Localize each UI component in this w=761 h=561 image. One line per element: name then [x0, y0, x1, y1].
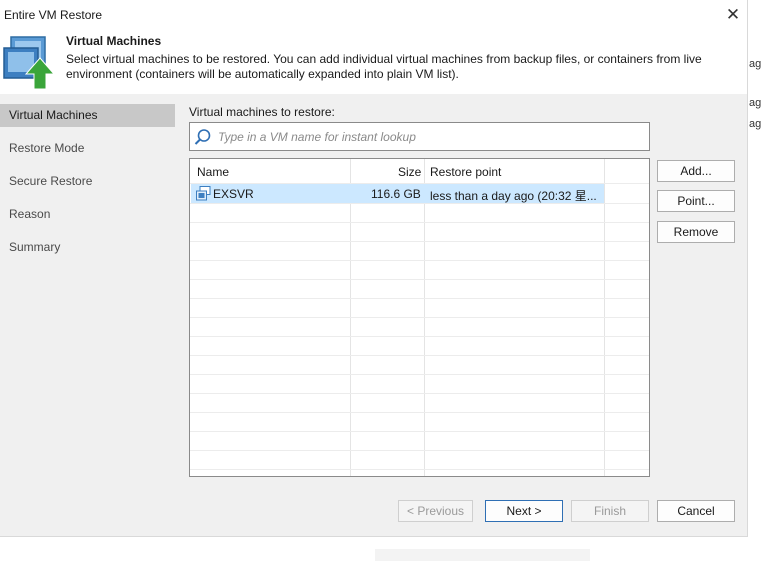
next-button[interactable]: Next > — [485, 500, 563, 522]
background-strip — [375, 549, 590, 561]
vm-table[interactable]: Name Size Restore point EXSVR 116.6 GB l… — [189, 158, 650, 477]
header-title: Virtual Machines — [66, 34, 162, 48]
finish-button[interactable]: Finish — [571, 500, 649, 522]
step-secure-restore[interactable]: Secure Restore — [0, 170, 175, 193]
vm-icon — [196, 186, 211, 201]
search-icon — [194, 129, 211, 145]
window-title: Entire VM Restore — [4, 8, 103, 22]
vm-size: 116.6 GB — [371, 187, 421, 201]
background-text-fragment: ag — [749, 97, 761, 109]
vm-restore-point: less than a day ago (20:32 星... — [430, 189, 597, 203]
step-virtual-machines[interactable]: Virtual Machines — [0, 104, 175, 127]
step-summary[interactable]: Summary — [0, 236, 175, 259]
point-button[interactable]: Point... — [657, 190, 735, 212]
cancel-button[interactable]: Cancel — [657, 500, 735, 522]
restore-dialog: Entire VM Restore ✕ Virtual Machines Sel… — [0, 0, 748, 537]
header-description: Select virtual machines to be restored. … — [66, 52, 702, 81]
vm-name: EXSVR — [213, 187, 254, 201]
remove-button[interactable]: Remove — [657, 221, 735, 243]
step-restore-mode[interactable]: Restore Mode — [0, 137, 175, 160]
title-bar: Entire VM Restore ✕ — [0, 0, 747, 30]
wizard-steps: Virtual Machines Restore Mode Secure Res… — [0, 94, 175, 488]
column-header-restore-point[interactable]: Restore point — [430, 165, 501, 179]
vm-search-box[interactable] — [189, 122, 650, 151]
column-header-name[interactable]: Name — [197, 165, 229, 179]
background-text-fragment: ag — [749, 118, 761, 130]
background-text-fragment: ag — [749, 58, 761, 70]
table-row[interactable]: EXSVR 116.6 GB less than a day ago (20:3… — [191, 184, 604, 203]
previous-button[interactable]: < Previous — [398, 500, 473, 522]
section-label: Virtual machines to restore: — [189, 105, 335, 119]
close-icon[interactable]: ✕ — [722, 4, 744, 26]
column-header-size[interactable]: Size — [398, 165, 421, 179]
vm-restore-icon — [3, 36, 56, 90]
step-reason[interactable]: Reason — [0, 203, 175, 226]
add-button[interactable]: Add... — [657, 160, 735, 182]
wizard-footer: < Previous Next > Finish Cancel — [0, 488, 747, 536]
search-input[interactable] — [216, 127, 640, 147]
